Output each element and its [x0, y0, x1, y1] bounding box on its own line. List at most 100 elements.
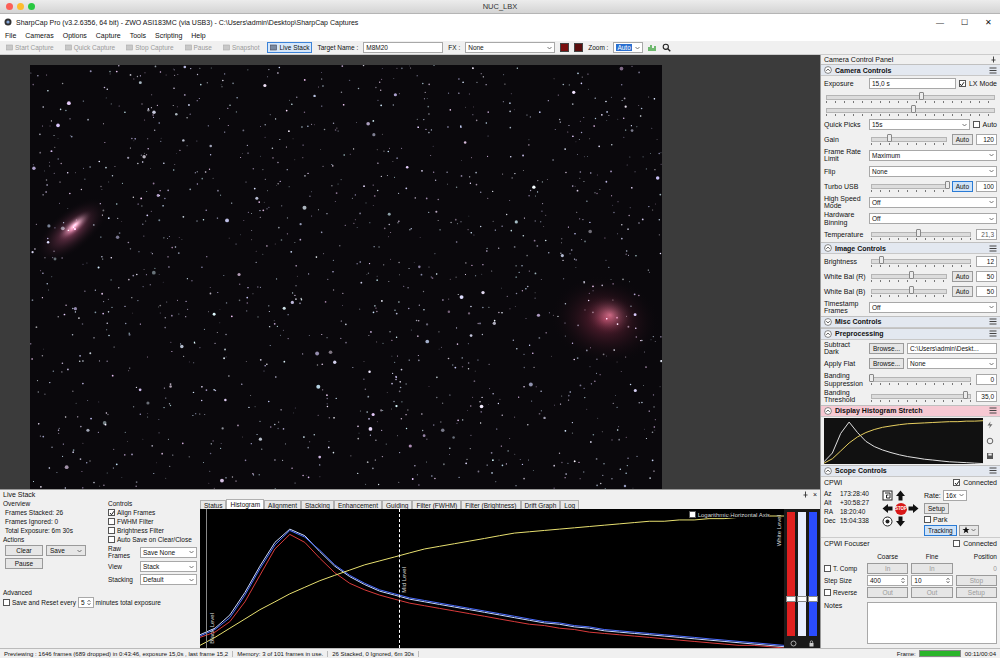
slider-track[interactable]	[869, 271, 949, 282]
step-spinner[interactable]: 10	[911, 575, 952, 586]
value-field[interactable]: 12	[976, 256, 997, 267]
focuser-button[interactable]: Out	[867, 587, 908, 598]
slider-track[interactable]	[869, 181, 949, 192]
dropdown[interactable]: Save None	[140, 547, 197, 558]
slider-thumb[interactable]	[879, 256, 884, 264]
auto-button[interactable]: Auto	[952, 134, 973, 145]
toolbar-button[interactable]: Live Stack	[267, 42, 312, 53]
checkbox[interactable]	[824, 589, 831, 596]
clear-button[interactable]: Clear	[5, 545, 43, 556]
slider-track[interactable]	[869, 229, 973, 240]
traffic-light[interactable]	[17, 3, 24, 10]
slider-track[interactable]	[869, 286, 949, 297]
slider-track[interactable]	[824, 92, 997, 103]
menu-item[interactable]: Tools	[130, 32, 146, 39]
menu-icon[interactable]	[989, 467, 997, 474]
dropdown[interactable]: Off	[869, 197, 997, 208]
save-button[interactable]: Save	[46, 545, 86, 556]
dropdown[interactable]: None	[869, 166, 997, 177]
checkbox[interactable]	[3, 599, 10, 606]
checkbox[interactable]	[108, 518, 115, 525]
tab[interactable]: Histogram	[226, 499, 264, 509]
auto-button[interactable]: Auto	[952, 181, 973, 192]
color-swatch-icon[interactable]	[574, 43, 583, 52]
browse-button[interactable]: Browse...	[869, 358, 904, 369]
menu-icon[interactable]	[989, 318, 997, 325]
tab[interactable]: Enhancement	[334, 500, 382, 509]
dropdown[interactable]: None	[465, 42, 555, 53]
reset-icon[interactable]	[986, 437, 994, 445]
slider-track[interactable]	[824, 105, 997, 116]
mid-level-line[interactable]	[399, 509, 400, 648]
tab[interactable]: Log	[560, 500, 579, 509]
slider-thumb[interactable]	[869, 374, 874, 382]
lightning-icon[interactable]	[986, 421, 994, 429]
slider-thumb[interactable]	[963, 391, 968, 399]
slider-thumb[interactable]	[911, 105, 916, 113]
value-field[interactable]: 50	[976, 271, 997, 282]
collapse-chevron-icon[interactable]	[824, 330, 832, 338]
dropdown[interactable]: Maximum	[869, 150, 997, 161]
slider-track[interactable]	[869, 256, 973, 267]
checkbox[interactable]	[953, 540, 960, 547]
slider-thumb[interactable]	[916, 229, 921, 237]
target-field[interactable]: M8M20	[363, 42, 443, 53]
traffic-light[interactable]	[6, 3, 13, 10]
slider-thumb[interactable]	[909, 286, 914, 294]
browse-button[interactable]: Browse...	[869, 343, 904, 354]
stop-button[interactable]: STOP	[895, 503, 907, 515]
dropdown[interactable]: Stack	[140, 561, 197, 572]
focuser-button[interactable]: In	[867, 563, 908, 574]
menu-icon[interactable]	[989, 67, 997, 74]
dropdown[interactable]: 15s	[869, 119, 970, 130]
text-field[interactable]: 15,0 s	[869, 78, 956, 89]
slider-thumb[interactable]	[945, 181, 950, 189]
tab[interactable]: Drift Graph	[521, 500, 561, 509]
path-field[interactable]: C:\Users\admin\Deskt...	[907, 343, 997, 354]
value-field[interactable]: 100	[976, 181, 997, 192]
checkbox[interactable]	[973, 121, 980, 128]
slider-thumb[interactable]	[887, 134, 892, 142]
menu-icon[interactable]	[989, 407, 997, 414]
spiral-box-icon[interactable]	[882, 490, 893, 501]
checkbox[interactable]	[108, 509, 115, 516]
tab[interactable]: Alignment	[264, 500, 301, 509]
collapse-chevron-icon[interactable]	[824, 318, 832, 326]
checkbox[interactable]	[108, 527, 115, 534]
toolbar-button[interactable]: Pause	[182, 42, 215, 53]
section-header[interactable]: Image Controls	[821, 242, 1000, 254]
tracking-button[interactable]: Tracking	[924, 525, 957, 536]
tab[interactable]: Stacking	[301, 500, 334, 509]
focuser-button[interactable]: Stop	[956, 575, 997, 586]
close-button[interactable]: ×	[813, 491, 817, 498]
step-spinner[interactable]: 400	[867, 575, 908, 586]
auto-button[interactable]: Auto	[952, 271, 973, 282]
channel-handle[interactable]	[808, 596, 818, 602]
value-field[interactable]: 0	[976, 374, 997, 385]
value-field[interactable]: 35,0	[976, 391, 997, 402]
slider-track[interactable]	[869, 391, 973, 402]
minutes-spinner[interactable]: 5	[78, 597, 94, 608]
window-control[interactable]: ✕	[976, 18, 1000, 27]
save-icon[interactable]	[986, 452, 994, 460]
zoom-dropdown[interactable]: Auto	[613, 42, 643, 53]
dropdown[interactable]: Off	[869, 213, 997, 224]
window-control[interactable]: —	[928, 18, 952, 27]
section-header[interactable]: Preprocessing	[821, 328, 1000, 340]
tab[interactable]: Filter (FWHM)	[412, 500, 461, 509]
histogram-icon[interactable]	[648, 43, 657, 52]
menu-item[interactable]: Scripting	[155, 32, 182, 39]
value-field[interactable]: 120	[976, 134, 997, 145]
section-header[interactable]: Scope Controls	[821, 465, 1000, 477]
down-arrow-icon[interactable]	[895, 516, 906, 527]
traffic-light[interactable]	[28, 3, 35, 10]
checkbox[interactable]	[924, 516, 931, 523]
collapse-chevron-icon[interactable]	[824, 244, 832, 252]
menu-item[interactable]: Cameras	[25, 32, 53, 39]
focuser-button[interactable]: Out	[911, 587, 952, 598]
tab[interactable]: Status	[200, 500, 226, 509]
toolbar-button[interactable]: Stop Capture	[123, 42, 176, 53]
notes-field[interactable]	[867, 602, 997, 644]
dropdown[interactable]: 16x	[943, 490, 967, 501]
goto-button[interactable]	[959, 525, 979, 536]
